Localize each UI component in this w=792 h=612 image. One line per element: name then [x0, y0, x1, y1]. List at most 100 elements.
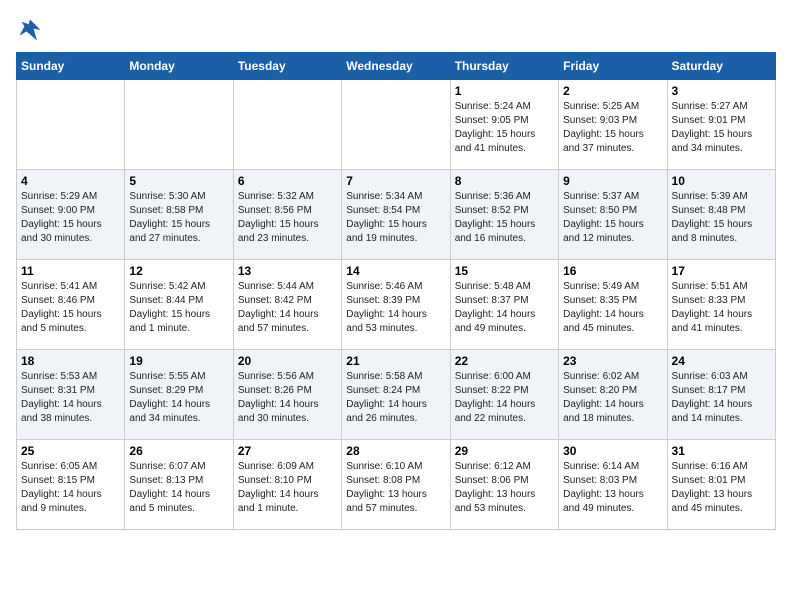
calendar-cell: 20 Sunrise: 5:56 AM Sunset: 8:26 PM Dayli… [233, 350, 341, 440]
calendar-cell: 17Sunrise: 5:51 AM Sunset: 8:33 PM Dayli… [667, 260, 775, 350]
day-info: Sunrise: 5:32 AM Sunset: 8:56 PM Dayligh… [238, 190, 337, 246]
calendar-week-row: 25 Sunrise: 6:05 AM Sunset: 8:15 PM Dayli… [17, 440, 776, 530]
day-number: 17 [672, 264, 771, 278]
logo [16, 16, 48, 44]
calendar-cell: 18 Sunrise: 5:53 AM Sunset: 8:31 PM Dayli… [17, 350, 125, 440]
day-number: 22 [455, 354, 554, 368]
day-number: 21 [346, 354, 445, 368]
day-number: 13 [238, 264, 337, 278]
day-info: Sunrise: 6:14 AM Sunset: 8:03 PM Dayligh… [563, 460, 662, 516]
day-number: 31 [672, 444, 771, 458]
day-number: 4 [21, 174, 120, 188]
day-number: 24 [672, 354, 771, 368]
day-info: Sunrise: 6:16 AM Sunset: 8:01 PM Dayligh… [672, 460, 771, 516]
day-info: Sunrise: 6:10 AM Sunset: 8:08 PM Dayligh… [346, 460, 445, 516]
day-info: Sunrise: 5:53 AM Sunset: 8:31 PM Dayligh… [21, 370, 120, 426]
day-number: 19 [129, 354, 228, 368]
day-info: Sunrise: 6:03 AM Sunset: 8:17 PM Dayligh… [672, 370, 771, 426]
day-number: 20 [238, 354, 337, 368]
calendar-cell: 10 Sunrise: 5:39 AM Sunset: 8:48 PM Dayli… [667, 170, 775, 260]
day-number: 27 [238, 444, 337, 458]
calendar-cell: 6 Sunrise: 5:32 AM Sunset: 8:56 PM Daylig… [233, 170, 341, 260]
day-info: Sunrise: 6:12 AM Sunset: 8:06 PM Dayligh… [455, 460, 554, 516]
day-info: Sunrise: 5:42 AM Sunset: 8:44 PM Dayligh… [129, 280, 228, 336]
day-info: Sunrise: 6:02 AM Sunset: 8:20 PM Dayligh… [563, 370, 662, 426]
calendar-cell: 27Sunrise: 6:09 AM Sunset: 8:10 PM Dayli… [233, 440, 341, 530]
day-number: 18 [21, 354, 120, 368]
day-info: Sunrise: 5:34 AM Sunset: 8:54 PM Dayligh… [346, 190, 445, 246]
calendar-cell: 15Sunrise: 5:48 AM Sunset: 8:37 PM Dayli… [450, 260, 558, 350]
calendar-cell: 11 Sunrise: 5:41 AM Sunset: 8:46 PM Dayli… [17, 260, 125, 350]
day-info: Sunrise: 5:24 AM Sunset: 9:05 PM Dayligh… [455, 100, 554, 156]
day-info: Sunrise: 5:29 AM Sunset: 9:00 PM Dayligh… [21, 190, 120, 246]
day-number: 3 [672, 84, 771, 98]
day-number: 16 [563, 264, 662, 278]
calendar-week-row: 4 Sunrise: 5:29 AM Sunset: 9:00 PM Daylig… [17, 170, 776, 260]
calendar-cell: 12 Sunrise: 5:42 AM Sunset: 8:44 PM Dayli… [125, 260, 233, 350]
day-info: Sunrise: 5:37 AM Sunset: 8:50 PM Dayligh… [563, 190, 662, 246]
calendar-week-row: 1Sunrise: 5:24 AM Sunset: 9:05 PM Daylig… [17, 80, 776, 170]
day-info: Sunrise: 5:30 AM Sunset: 8:58 PM Dayligh… [129, 190, 228, 246]
calendar-week-row: 11 Sunrise: 5:41 AM Sunset: 8:46 PM Dayli… [17, 260, 776, 350]
col-header-sunday: Sunday [17, 53, 125, 80]
calendar-cell: 22 Sunrise: 6:00 AM Sunset: 8:22 PM Dayli… [450, 350, 558, 440]
calendar-cell [233, 80, 341, 170]
day-number: 10 [672, 174, 771, 188]
day-number: 6 [238, 174, 337, 188]
calendar-cell: 21Sunrise: 5:58 AM Sunset: 8:24 PM Dayli… [342, 350, 450, 440]
calendar-cell: 19 Sunrise: 5:55 AM Sunset: 8:29 PM Dayli… [125, 350, 233, 440]
calendar-cell: 31 Sunrise: 6:16 AM Sunset: 8:01 PM Dayli… [667, 440, 775, 530]
day-info: Sunrise: 5:46 AM Sunset: 8:39 PM Dayligh… [346, 280, 445, 336]
day-number: 12 [129, 264, 228, 278]
calendar-cell: 30Sunrise: 6:14 AM Sunset: 8:03 PM Dayli… [559, 440, 667, 530]
calendar-cell: 24 Sunrise: 6:03 AM Sunset: 8:17 PM Dayli… [667, 350, 775, 440]
calendar-week-row: 18 Sunrise: 5:53 AM Sunset: 8:31 PM Dayli… [17, 350, 776, 440]
day-number: 9 [563, 174, 662, 188]
calendar-cell: 8Sunrise: 5:36 AM Sunset: 8:52 PM Daylig… [450, 170, 558, 260]
col-header-monday: Monday [125, 53, 233, 80]
col-header-friday: Friday [559, 53, 667, 80]
calendar-header-row: SundayMondayTuesdayWednesdayThursdayFrid… [17, 53, 776, 80]
day-number: 5 [129, 174, 228, 188]
logo-bird-icon [16, 16, 44, 44]
col-header-tuesday: Tuesday [233, 53, 341, 80]
day-info: Sunrise: 5:39 AM Sunset: 8:48 PM Dayligh… [672, 190, 771, 246]
day-number: 2 [563, 84, 662, 98]
calendar-cell: 28 Sunrise: 6:10 AM Sunset: 8:08 PM Dayli… [342, 440, 450, 530]
col-header-wednesday: Wednesday [342, 53, 450, 80]
calendar-cell: 3 Sunrise: 5:27 AM Sunset: 9:01 PM Daylig… [667, 80, 775, 170]
calendar-cell: 5 Sunrise: 5:30 AM Sunset: 8:58 PM Daylig… [125, 170, 233, 260]
page-header [16, 16, 776, 44]
day-number: 28 [346, 444, 445, 458]
calendar-cell: 9 Sunrise: 5:37 AM Sunset: 8:50 PM Daylig… [559, 170, 667, 260]
day-number: 14 [346, 264, 445, 278]
day-info: Sunrise: 5:49 AM Sunset: 8:35 PM Dayligh… [563, 280, 662, 336]
calendar-cell: 23 Sunrise: 6:02 AM Sunset: 8:20 PM Dayli… [559, 350, 667, 440]
calendar-table: SundayMondayTuesdayWednesdayThursdayFrid… [16, 52, 776, 530]
day-info: Sunrise: 5:27 AM Sunset: 9:01 PM Dayligh… [672, 100, 771, 156]
calendar-cell: 13Sunrise: 5:44 AM Sunset: 8:42 PM Dayli… [233, 260, 341, 350]
calendar-cell: 1Sunrise: 5:24 AM Sunset: 9:05 PM Daylig… [450, 80, 558, 170]
calendar-cell [125, 80, 233, 170]
calendar-cell: 25 Sunrise: 6:05 AM Sunset: 8:15 PM Dayli… [17, 440, 125, 530]
day-info: Sunrise: 5:55 AM Sunset: 8:29 PM Dayligh… [129, 370, 228, 426]
calendar-cell [342, 80, 450, 170]
day-info: Sunrise: 5:41 AM Sunset: 8:46 PM Dayligh… [21, 280, 120, 336]
day-info: Sunrise: 5:36 AM Sunset: 8:52 PM Dayligh… [455, 190, 554, 246]
day-number: 7 [346, 174, 445, 188]
day-info: Sunrise: 5:56 AM Sunset: 8:26 PM Dayligh… [238, 370, 337, 426]
day-number: 11 [21, 264, 120, 278]
day-info: Sunrise: 6:05 AM Sunset: 8:15 PM Dayligh… [21, 460, 120, 516]
calendar-cell [17, 80, 125, 170]
day-info: Sunrise: 6:07 AM Sunset: 8:13 PM Dayligh… [129, 460, 228, 516]
day-info: Sunrise: 5:25 AM Sunset: 9:03 PM Dayligh… [563, 100, 662, 156]
col-header-thursday: Thursday [450, 53, 558, 80]
calendar-cell: 16 Sunrise: 5:49 AM Sunset: 8:35 PM Dayli… [559, 260, 667, 350]
col-header-saturday: Saturday [667, 53, 775, 80]
day-info: Sunrise: 6:00 AM Sunset: 8:22 PM Dayligh… [455, 370, 554, 426]
calendar-cell: 7 Sunrise: 5:34 AM Sunset: 8:54 PM Daylig… [342, 170, 450, 260]
calendar-cell: 14 Sunrise: 5:46 AM Sunset: 8:39 PM Dayli… [342, 260, 450, 350]
calendar-cell: 2 Sunrise: 5:25 AM Sunset: 9:03 PM Daylig… [559, 80, 667, 170]
day-number: 25 [21, 444, 120, 458]
day-number: 23 [563, 354, 662, 368]
